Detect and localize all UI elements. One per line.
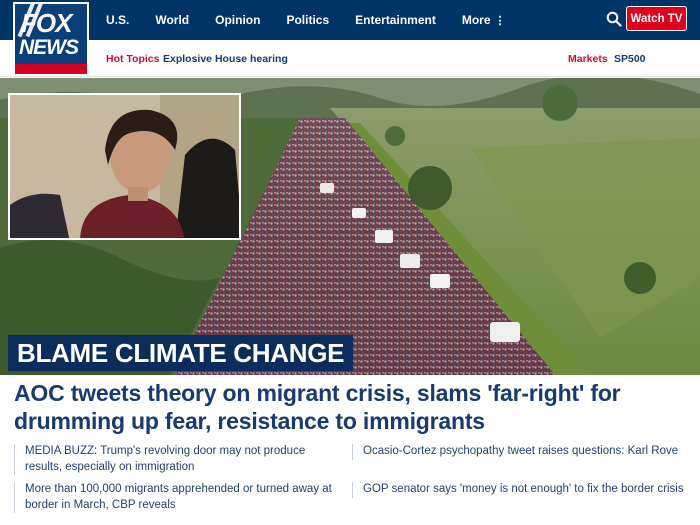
related-link-3[interactable]: More than 100,000 migrants apprehended o… — [14, 482, 334, 513]
search-icon[interactable] — [606, 11, 622, 27]
inset-portrait-photo — [8, 93, 241, 240]
nav-item-politics[interactable]: Politics — [286, 13, 329, 27]
hero-image[interactable]: BLAME CLIMATE CHANGE — [0, 78, 700, 375]
sp500-link[interactable]: SP500 — [614, 53, 646, 65]
fox-news-logo[interactable]: FOX NEWS — [13, 2, 89, 76]
nav-item-us[interactable]: U.S. — [106, 13, 129, 27]
watch-tv-button[interactable]: Watch TV — [626, 6, 687, 31]
related-link-2[interactable]: Ocasio-Cortez psychopathy tweet raises q… — [352, 444, 692, 460]
hot-topics-label: Hot Topics — [106, 53, 160, 65]
hero-kicker-text: BLAME CLIMATE CHANGE — [17, 337, 345, 368]
fox-news-page: U.S. World Opinion Politics Entertainmen… — [0, 0, 700, 525]
portrait-illustration — [10, 95, 239, 238]
related-link-4[interactable]: GOP senator says 'money is not enough' t… — [352, 482, 692, 498]
related-link-1[interactable]: MEDIA BUZZ: Trump's revolving door may n… — [14, 444, 334, 475]
nav-item-opinion[interactable]: Opinion — [215, 13, 260, 27]
hero-kicker-banner: BLAME CLIMATE CHANGE — [8, 335, 354, 371]
logo-red-bar — [15, 64, 87, 74]
nav-item-world[interactable]: World — [155, 13, 189, 27]
main-headline[interactable]: AOC tweets theory on migrant crisis, sla… — [14, 379, 694, 435]
hot-topic-link[interactable]: Explosive House hearing — [163, 53, 288, 65]
primary-nav: U.S. World Opinion Politics Entertainmen… — [106, 0, 532, 40]
markets-link[interactable]: Markets — [568, 53, 608, 65]
logo-text-fox: FOX — [21, 8, 72, 38]
more-dots-icon: ⋮ — [494, 15, 506, 27]
logo-text-news: NEWS — [19, 36, 79, 59]
secondary-nav-bar: Hot Topics Explosive House hearing Marke… — [0, 40, 700, 77]
nav-more-label: More — [461, 13, 491, 27]
nav-item-more[interactable]: More ⋮ — [462, 13, 506, 27]
nav-item-entertainment[interactable]: Entertainment — [355, 13, 436, 27]
top-navigation-bar: U.S. World Opinion Politics Entertainmen… — [0, 0, 700, 40]
